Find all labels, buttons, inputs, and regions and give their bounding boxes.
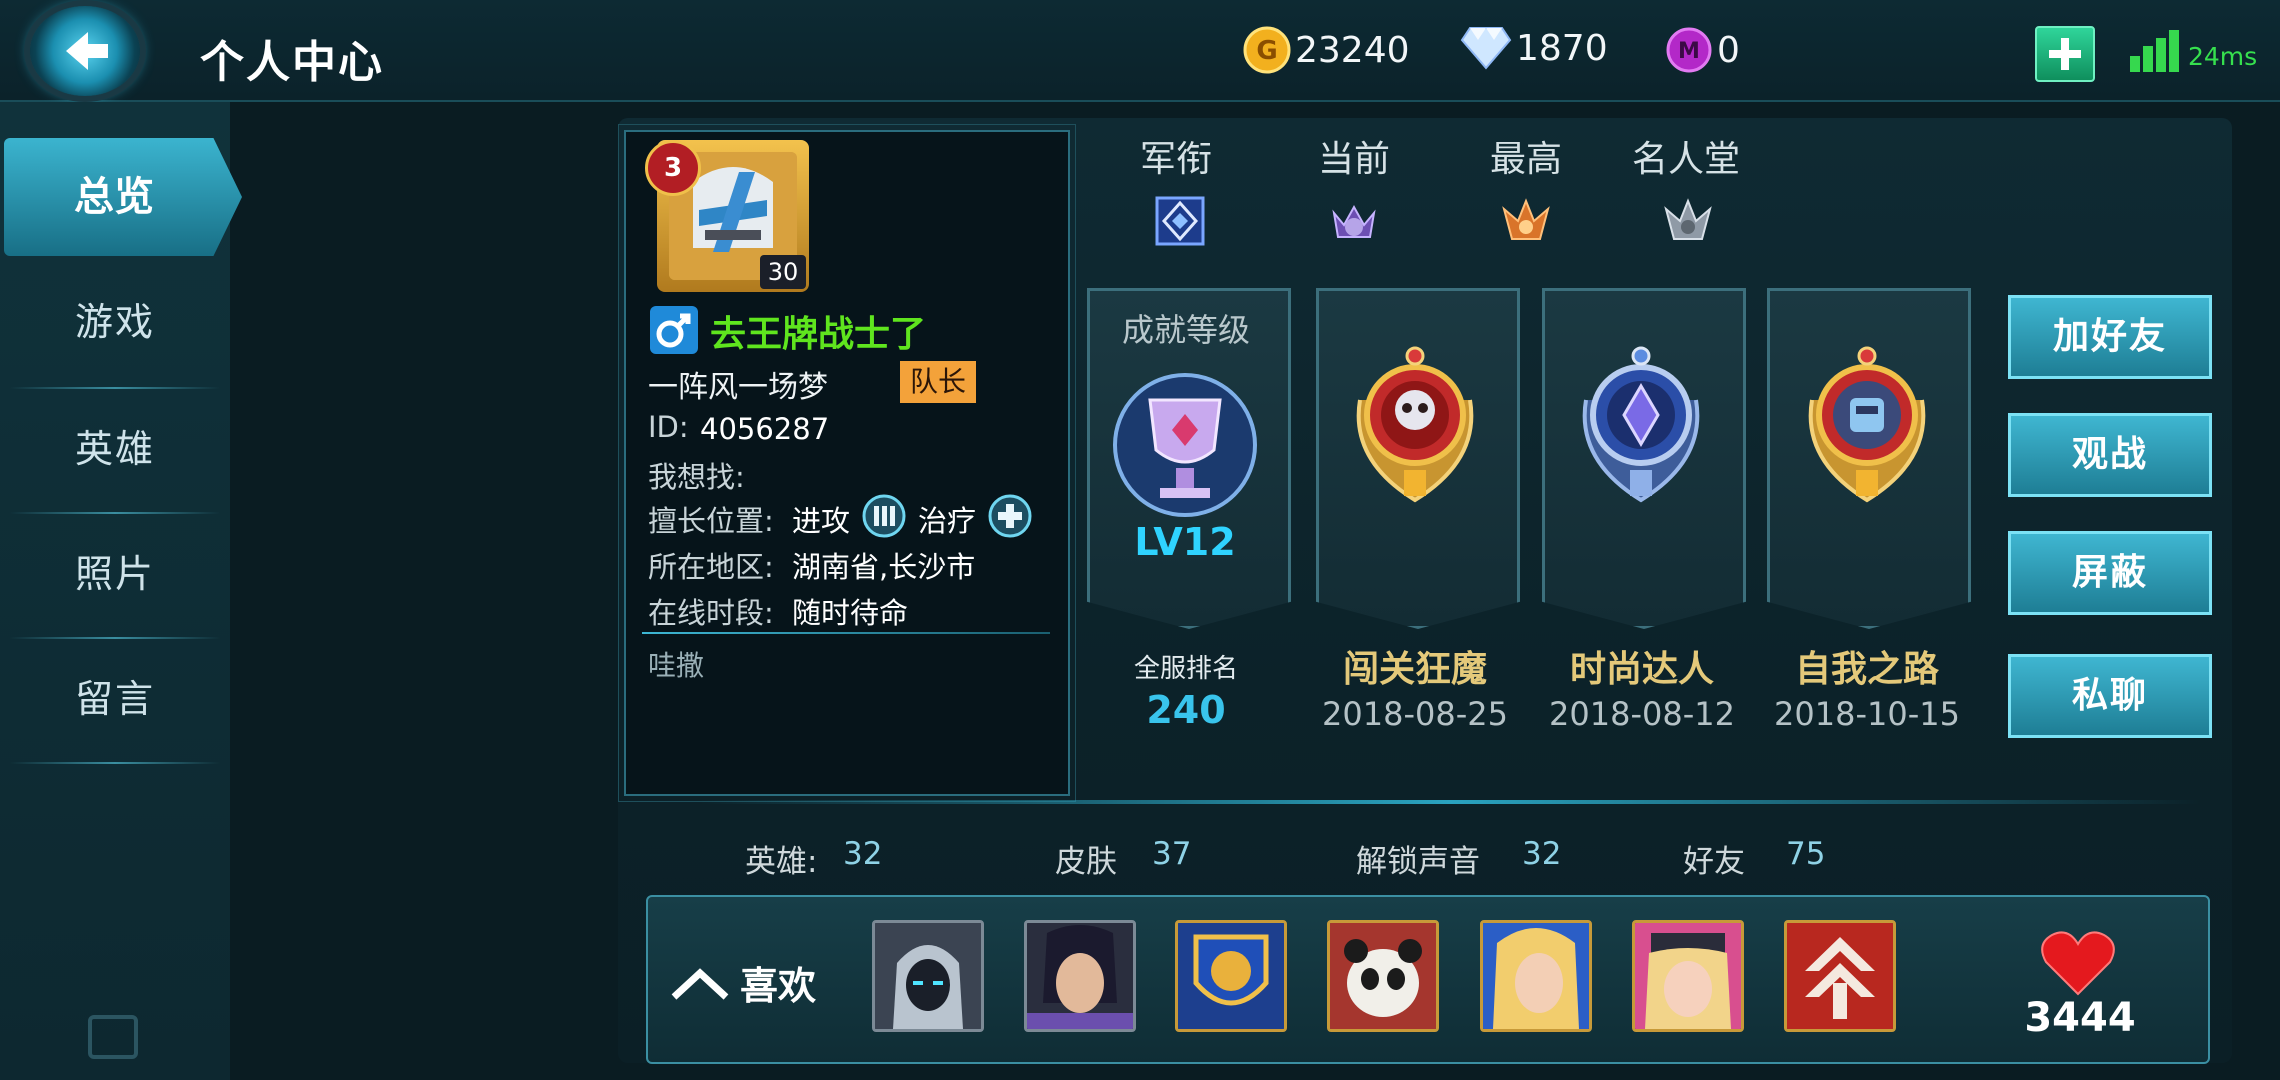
highest-rank-header: 最高 [1490,139,1563,180]
sidebar: 总览 游戏 英雄 照片 留言 [0,102,242,1080]
position-label: 擅长位置: [648,504,774,538]
diamond-counter: 1870 [1460,26,1608,70]
purple-gem-icon: M [1666,27,1712,73]
svg-text:M: M [1678,39,1700,64]
current-rank-header: 当前 [1318,139,1391,180]
gold-value: 23240 [1295,29,1410,71]
achievement-date: 2018-08-25 [1322,695,1508,733]
emblem-hero-icon [1787,923,1893,1029]
pink-heroine-icon [1635,923,1741,1029]
back-button[interactable] [30,6,140,96]
attack-role-icon [862,494,906,538]
sidebar-item-messages[interactable]: 留言 [0,639,230,759]
signal-strength-icon [2130,30,2180,72]
military-rank-icon[interactable] [1154,195,1206,247]
add-currency-button[interactable] [2035,26,2095,82]
add-friend-button[interactable]: 加好友 [2008,295,2212,379]
achievement-name: 时尚达人 [1569,649,1714,690]
voices-count-value: 32 [1522,836,1562,872]
blonde-heroine-icon [1483,923,1589,1029]
friends-count-value: 75 [1786,836,1826,872]
friends-count-label: 好友 [1683,844,1745,880]
panda-hero-icon [1330,923,1436,1029]
hooded-hero-icon [875,923,981,1029]
spectate-button[interactable]: 观战 [2008,413,2212,497]
hero-thumbnail[interactable] [872,920,984,1032]
trophy-icon [1113,373,1257,517]
private-chat-button[interactable]: 私聊 [2008,654,2212,738]
region-value: 湖南省,长沙市 [792,550,976,584]
position-heal: 治疗 [918,504,977,538]
skins-count-value: 37 [1152,836,1192,872]
page-title: 个人中心 [200,37,384,88]
region-label: 所在地区: [648,550,774,584]
gold-coin-icon: G [1243,26,1291,74]
robot-medal-icon [1808,346,1926,503]
player-signature: 一阵风一场梦 [648,370,828,405]
gem-value: 0 [1717,29,1740,71]
ping-value: 24ms [2188,42,2258,71]
game-logo-icon [88,1015,138,1059]
chevron-left-icon [66,32,108,70]
heart-icon[interactable] [2040,930,2116,996]
heroes-count-label: 英雄: [745,844,818,880]
sidebar-item-heroes[interactable]: 英雄 [0,389,230,509]
divider [700,800,2200,804]
gem-counter: M 0 [1665,26,1740,74]
block-button[interactable]: 屏蔽 [2008,531,2212,615]
hero-thumbnail[interactable] [1327,920,1439,1032]
hall-of-fame-icon[interactable] [1662,195,1714,247]
server-rank-value: 240 [1146,688,1226,732]
sidebar-item-games[interactable]: 游戏 [0,262,230,382]
hall-of-fame-header: 名人堂 [1632,139,1741,180]
highest-rank-icon[interactable] [1500,195,1552,247]
achievement-date: 2018-10-15 [1774,695,1960,733]
male-gender-icon [650,306,698,354]
achievement-date: 2018-08-12 [1549,695,1735,733]
achievement-name: 闯关狂魔 [1342,649,1487,690]
hero-thumbnail[interactable] [1784,920,1896,1032]
achievement-name: 自我之路 [1794,649,1939,690]
hero-thumbnail[interactable] [1480,920,1592,1032]
position-attack: 进攻 [792,504,851,538]
swordsman-hero-icon [1027,923,1133,1029]
svg-text:G: G [1256,36,1277,66]
hero-thumbnail[interactable] [1632,920,1744,1032]
achievement-level-value: LV12 [1134,520,1236,564]
skins-count-label: 皮肤 [1055,844,1117,880]
divider [10,762,220,764]
divider [642,632,1050,634]
top-bar: 个人中心 G 23240 1870 M 0 24ms [0,0,2280,102]
hero-thumbnail[interactable] [1024,920,1136,1032]
looking-for-label: 我想找: [648,460,745,494]
like-count: 3444 [2024,995,2136,1041]
gold-counter: G 23240 [1243,26,1410,74]
id-label: ID: [648,410,689,444]
skull-medal-icon [1356,346,1474,503]
wings-medal-icon [1582,346,1700,503]
current-rank-icon[interactable] [1328,195,1380,247]
military-rank-header: 军衔 [1140,139,1213,180]
profile-note: 哇撒 [648,649,705,682]
online-time-value: 随时待命 [792,596,909,630]
voices-count-label: 解锁声音 [1356,844,1480,880]
level-badge: 30 [760,255,806,289]
heal-role-icon [988,494,1032,538]
diamond-value: 1870 [1516,27,1608,69]
sidebar-item-photos[interactable]: 照片 [0,514,230,634]
heroes-count-value: 32 [843,836,883,872]
sidebar-item-label: 总览 [74,174,154,220]
rank-badge: 3 [645,140,701,196]
favorites-label[interactable]: 喜欢 [740,955,816,1010]
captain-badge: 队长 [900,361,976,403]
diamond-icon [1460,27,1512,70]
online-time-label: 在线时段: [648,596,774,630]
id-value: 4056287 [700,412,830,446]
lion-shield-icon [1178,923,1284,1029]
server-rank-label: 全服排名 [1133,654,1238,684]
achievement-level-title: 成就等级 [1121,311,1250,349]
hero-thumbnail[interactable] [1175,920,1287,1032]
player-nickname: 去王牌战士了 [710,314,927,355]
chevron-up-icon[interactable] [670,965,730,1001]
